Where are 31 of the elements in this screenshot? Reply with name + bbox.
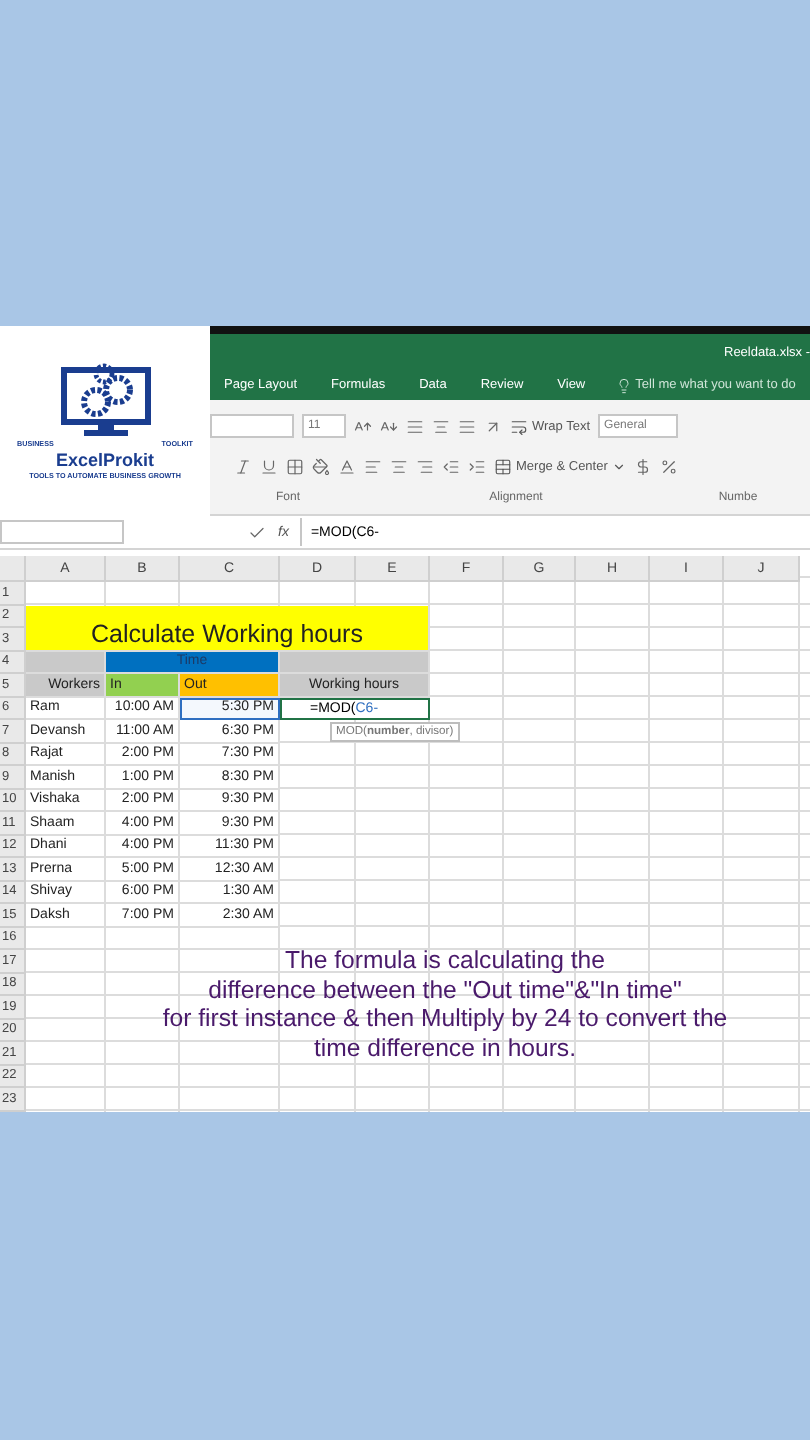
monitor-gears-icon [55, 362, 155, 438]
align-middle-icon[interactable] [432, 417, 450, 435]
align-right-icon[interactable] [416, 457, 434, 475]
decrease-font-icon[interactable] [380, 417, 398, 435]
decrease-indent-icon[interactable] [442, 457, 460, 475]
italic-icon[interactable] [234, 457, 252, 475]
check-icon[interactable] [248, 523, 266, 541]
currency-icon[interactable] [633, 457, 652, 475]
borders-icon[interactable] [286, 457, 304, 475]
align-bottom-icon[interactable] [458, 417, 476, 435]
caption-line: difference between the "Out time"&"In time" [208, 975, 682, 1004]
logo-name: ExcelProkit [55, 450, 155, 470]
caret-icon [611, 459, 626, 473]
caption-line: for first instance & then Multiply by 24 to convert the [162, 1004, 728, 1033]
increase-indent-icon[interactable] [468, 457, 486, 475]
caption-line: The formula is calculating the [285, 946, 605, 975]
percent-icon[interactable] [659, 457, 678, 475]
merge-cells-icon [494, 457, 512, 475]
orientation-icon[interactable] [484, 417, 502, 435]
increase-font-icon[interactable] [354, 417, 372, 435]
underline-icon[interactable] [260, 457, 278, 475]
wrap-text-icon [510, 417, 528, 435]
font-name-field[interactable] [210, 414, 294, 438]
sheet-title: Calculate Working hours [26, 605, 430, 651]
align-top-icon[interactable] [406, 417, 424, 435]
lightbulb-icon [615, 377, 632, 393]
align-center-icon[interactable] [390, 457, 408, 475]
align-left-icon[interactable] [364, 457, 382, 475]
font-color-icon[interactable] [338, 457, 356, 475]
fill-color-icon[interactable] [312, 457, 330, 475]
caption-line: time difference in hours. [313, 1033, 576, 1062]
